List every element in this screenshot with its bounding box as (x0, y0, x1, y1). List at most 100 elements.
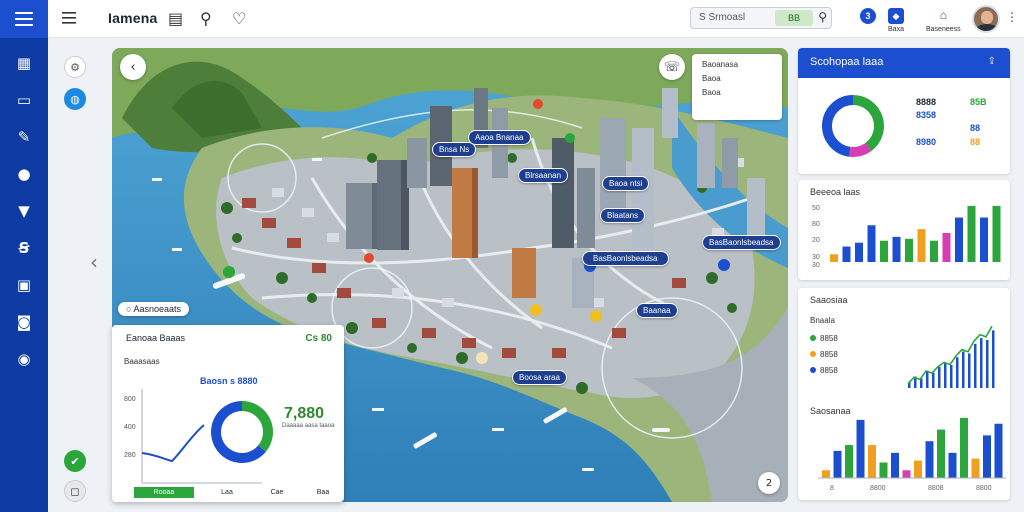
nav-item-search[interactable]: ◉ (0, 340, 48, 377)
overview-tab[interactable]: Rooaa (134, 487, 194, 498)
more-vertical-icon[interactable]: ⋮ (1006, 10, 1018, 24)
settings-tool[interactable]: ⚙ (64, 56, 86, 78)
bar (948, 452, 957, 478)
phone-icon: ☏ (663, 59, 681, 75)
bar (960, 417, 968, 478)
bar (944, 363, 947, 388)
user-avatar[interactable] (972, 5, 1000, 33)
map-back-button[interactable]: ‹ (120, 54, 146, 80)
heart-icon[interactable]: ♡ (232, 9, 246, 28)
bar (956, 357, 959, 388)
chevron-left-icon[interactable]: ‹ (90, 250, 98, 274)
bar (822, 470, 830, 478)
map-label[interactable]: Aaoa Bnanaa (468, 130, 531, 145)
donut-slice (241, 401, 273, 452)
chat-tool[interactable]: ◻ (64, 480, 86, 502)
map-label[interactable]: BasBaonlsbeadsa (702, 235, 781, 250)
map-label[interactable]: Boosa araa (512, 370, 567, 385)
status-tool[interactable]: ✔ (64, 450, 86, 472)
hamburger-icon (15, 12, 33, 26)
nav-item-docs[interactable]: Ꞩ (0, 229, 48, 266)
docs-icon: Ꞩ (18, 238, 30, 257)
bar (962, 351, 965, 388)
map-label[interactable]: Baanaa (636, 303, 678, 318)
nav-item-media[interactable]: ▭ (0, 81, 48, 118)
map-zoom-button[interactable]: 2 (758, 472, 780, 494)
header-button-3-label: Baseneess (926, 26, 961, 33)
legend-item: Baoanasa (702, 60, 739, 69)
search-box[interactable]: S Srmoasl BB ⚲ (690, 7, 832, 29)
overview-tabs: Rooaa Laa Cae Baa (134, 487, 344, 498)
map-label[interactable]: BasBaonlsbeadsa (582, 251, 669, 266)
overview-tab[interactable]: Laa (212, 487, 242, 498)
chat-icon: ◻ (70, 484, 80, 498)
sidebar-toggle[interactable] (62, 11, 76, 29)
bar (983, 435, 991, 478)
search-placeholder: S Srmoasl (699, 12, 746, 23)
bar (880, 240, 888, 262)
overview-tab[interactable]: Cae (264, 487, 290, 498)
bar (937, 429, 945, 478)
home-icon: ⌂ (935, 7, 952, 23)
bar (830, 254, 838, 262)
menu-button[interactable] (0, 0, 48, 38)
bar (992, 205, 1001, 262)
legend-item: Baoa (702, 74, 721, 83)
bar (980, 217, 988, 262)
bar (974, 343, 977, 388)
overview-card: Eanoaa Baaas Cs 80 Baaasaas Baosn s 8880… (112, 325, 344, 502)
nav-item-finance[interactable]: ● (0, 155, 48, 192)
bar-chart (830, 205, 1001, 262)
summary-legend-value: 85B (970, 97, 987, 107)
summary-legend-value: 8980 (916, 137, 937, 147)
nav-item-board[interactable]: ▣ (0, 266, 48, 303)
donut-slice (849, 142, 872, 157)
nav-item-camera[interactable]: ◙ (0, 303, 48, 340)
map-label[interactable]: Blaatans (600, 208, 646, 223)
summary-panel-title: Scohopaa laaa (810, 56, 884, 68)
bar (955, 217, 963, 262)
bar (902, 470, 911, 478)
map-label[interactable]: Bnsa Ns (432, 142, 477, 157)
stats-panel: Saaosiaa Bnaala 8858 8858 8858 Saosanaa … (798, 288, 1010, 500)
search-icon[interactable]: ⚲ (200, 9, 212, 28)
bar (914, 460, 922, 478)
header-button-2[interactable]: ◆ Baxa (888, 6, 904, 33)
bar (845, 445, 853, 478)
globe-tool[interactable]: ◍ (64, 88, 86, 110)
overview-donut (211, 401, 273, 463)
grid-icon: ▦ (16, 53, 32, 72)
header-button-3[interactable]: ⌂ Baseneess (926, 6, 961, 33)
bar (968, 353, 971, 388)
legend-item: Baoa (702, 88, 721, 97)
bar (833, 450, 842, 478)
nav-item-edit[interactable]: ✎ (0, 118, 48, 155)
bar-chart-panel: Beeeoa laas 50 80 20 30 30 (798, 180, 1010, 280)
stats-charts (818, 325, 1006, 479)
map-phone-button[interactable]: ☏ (659, 54, 685, 80)
bar (925, 441, 934, 478)
search-submit-icon[interactable]: ⚲ (818, 10, 827, 24)
bar (967, 205, 976, 262)
search-filter-chip[interactable]: BB (775, 10, 813, 26)
calendar-icon[interactable]: ▤ (168, 9, 183, 28)
camera-icon: ◙ (16, 312, 32, 331)
board-icon: ▣ (16, 275, 32, 294)
map-label[interactable]: Baoa ntsi (602, 176, 650, 191)
bar (892, 236, 901, 262)
map-area-tag[interactable]: ○ Aasnoeaats (118, 302, 189, 316)
globe-icon: ◍ (70, 92, 80, 106)
map-label[interactable]: Blrsaanan (518, 168, 569, 183)
pencil-icon: ✎ (17, 127, 31, 146)
bar (932, 372, 935, 388)
nav-item-shield[interactable]: ▼ (0, 192, 48, 229)
share-icon[interactable]: ⇪ (988, 56, 996, 67)
overview-tab[interactable]: Baa (310, 487, 336, 498)
map-zoom-level: 2 (765, 477, 773, 489)
bar (986, 340, 989, 388)
donut-slice (822, 95, 854, 157)
nav-item-apps[interactable]: ▦ (0, 44, 48, 81)
bar (971, 458, 980, 478)
summary-legend-value: 88 (970, 137, 981, 147)
notifications-button[interactable]: 3 (860, 6, 876, 24)
